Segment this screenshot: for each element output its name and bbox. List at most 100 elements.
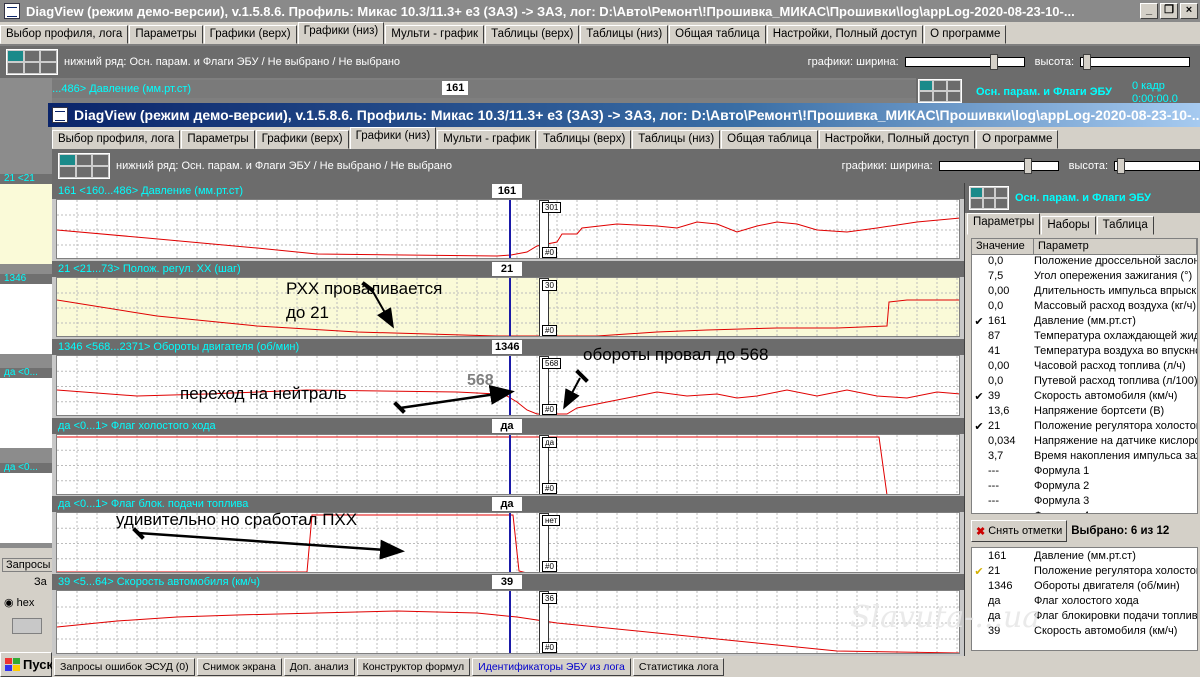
graph-plot-speed[interactable]: 36 #0	[56, 590, 960, 654]
param-row[interactable]: --- Формула 1	[972, 465, 1197, 480]
back-tab-common-table[interactable]: Общая таблица	[669, 25, 766, 44]
tab-tables-top[interactable]: Таблицы (верх)	[537, 130, 632, 149]
param-row[interactable]: 7,5 Угол опережения зажигания (°)	[972, 270, 1197, 285]
log-stats-button[interactable]: Статистика лога	[632, 657, 725, 676]
graph-plot-idle-flag[interactable]: да #0	[56, 434, 960, 495]
param-row[interactable]: 0,0 Массовый расход воздуха (кг/ч)	[972, 300, 1197, 315]
back-tab-about[interactable]: О программе	[924, 25, 1007, 44]
back-tab-profile[interactable]: Выбор профиля, лога	[0, 25, 129, 44]
back-layout-grid-icon[interactable]	[6, 49, 58, 75]
time-cursor[interactable]	[509, 591, 511, 653]
back-tab-tables-top[interactable]: Таблицы (верх)	[485, 25, 580, 44]
rtab-sets[interactable]: Наборы	[1041, 216, 1096, 235]
time-cursor[interactable]	[509, 200, 511, 258]
height-slider[interactable]	[1114, 158, 1200, 174]
tab-settings[interactable]: Настройки, Полный доступ	[818, 130, 976, 149]
start-button[interactable]: Пуск	[0, 652, 53, 677]
tab-tables-bottom[interactable]: Таблицы (низ)	[632, 130, 721, 149]
col-param-header[interactable]: Параметр	[1034, 239, 1197, 254]
tab-params[interactable]: Параметры	[181, 130, 255, 149]
param-row[interactable]: 0,034 Напряжение на датчике кислорода	[972, 435, 1197, 450]
back-tab-graphs-top[interactable]: Графики (верх)	[203, 25, 297, 44]
checkbox-empty[interactable]	[972, 405, 986, 420]
tab-about[interactable]: О программе	[976, 130, 1059, 149]
back-copy-icon[interactable]	[12, 618, 42, 634]
tab-graphs-bottom[interactable]: Графики (низ)	[349, 127, 437, 149]
back-tab-tables-bottom[interactable]: Таблицы (низ)	[580, 25, 669, 44]
tab-profile[interactable]: Выбор профиля, лога	[52, 130, 181, 149]
checkbox-empty[interactable]	[972, 375, 986, 390]
checkmark-icon[interactable]: ✔	[972, 315, 986, 330]
back-hex-radio[interactable]: ◉ hex	[4, 596, 34, 609]
param-row[interactable]: 0,00 Часовой расход топлива (л/ч)	[972, 360, 1197, 375]
extra-analysis-button[interactable]: Доп. анализ	[283, 657, 355, 676]
param-row[interactable]: 0,0 Путевой расход топлива (л/100)	[972, 375, 1197, 390]
back-tab-params[interactable]: Параметры	[129, 25, 203, 44]
checkbox-empty[interactable]	[972, 360, 986, 375]
time-cursor[interactable]	[509, 435, 511, 494]
screenshot-button[interactable]: Снимок экрана	[196, 657, 282, 676]
checkbox-empty[interactable]	[972, 330, 986, 345]
back-requests-tab[interactable]: Запросы	[2, 558, 55, 572]
param-row[interactable]: 13,6 Напряжение бортсети (В)	[972, 405, 1197, 420]
right-grid-icon[interactable]	[969, 186, 1009, 210]
width-slider[interactable]	[938, 158, 1059, 174]
tab-graphs-top[interactable]: Графики (верх)	[255, 130, 349, 149]
checkbox-empty[interactable]	[972, 255, 986, 270]
rtab-params[interactable]: Параметры	[967, 213, 1041, 235]
tab-common-table[interactable]: Общая таблица	[721, 130, 818, 149]
col-value-header[interactable]: Значение	[972, 239, 1034, 254]
selected-row[interactable]: 1346 Обороты двигателя (об/мин)	[972, 580, 1197, 595]
checkbox-empty[interactable]	[972, 465, 986, 480]
param-row[interactable]: 0,0 Положение дроссельной заслонки	[972, 255, 1197, 270]
param-row[interactable]: ✔ 161 Давление (мм.рт.ст)	[972, 315, 1197, 330]
maximize-button[interactable]: ❐	[1160, 3, 1178, 19]
param-row[interactable]: ✔ 39 Скорость автомобиля (км/ч)	[972, 390, 1197, 405]
ecu-ids-button[interactable]: Идентификаторы ЭБУ из лога	[472, 657, 631, 676]
back-width-slider[interactable]	[904, 54, 1025, 70]
param-row[interactable]: 0,00 Длительность импульса впрыска	[972, 285, 1197, 300]
back-height-slider[interactable]	[1080, 54, 1190, 70]
checkbox-empty[interactable]	[972, 510, 986, 513]
checkbox-empty[interactable]	[972, 495, 986, 510]
param-row[interactable]: --- Формула 3	[972, 495, 1197, 510]
back-tab-graphs-bottom[interactable]: Графики (низ)	[297, 22, 385, 44]
graph-plot-pressure[interactable]: 301 #0	[56, 199, 960, 259]
time-cursor[interactable]	[509, 356, 511, 415]
formula-builder-button[interactable]: Конструктор формул	[356, 657, 471, 676]
checkbox-empty[interactable]	[972, 450, 986, 465]
selected-row[interactable]: ✔ 21 Положение регулятора холостого	[972, 565, 1197, 580]
param-row[interactable]: 87 Температура охлаждающей жидкости	[972, 330, 1197, 345]
param-row[interactable]: 41 Температура воздуха во впускном	[972, 345, 1197, 360]
back-tab-multi[interactable]: Мульти - график	[385, 25, 485, 44]
time-cursor[interactable]	[509, 278, 511, 336]
param-name: Массовый расход воздуха (кг/ч)	[1034, 300, 1196, 312]
scale-bar: 301 #0	[539, 200, 562, 258]
checkbox-empty[interactable]	[972, 435, 986, 450]
checkbox-empty[interactable]	[972, 345, 986, 360]
param-row[interactable]: --- Формула 2	[972, 480, 1197, 495]
tab-multi[interactable]: Мульти - график	[437, 130, 537, 149]
graph-plot-idle-reg[interactable]: 30 #0	[56, 277, 960, 337]
param-row[interactable]: 3,7 Время накопления импульса зажиг	[972, 450, 1197, 465]
checkmark-icon[interactable]: ✔	[972, 420, 986, 435]
param-row[interactable]: ✔ 21 Положение регулятора холостого	[972, 420, 1197, 435]
minimize-button[interactable]: _	[1140, 3, 1158, 19]
window-title-bar[interactable]: DiagView (режим демо-версии), v.1.5.8.6.…	[48, 103, 1200, 127]
layout-grid-icon[interactable]	[58, 153, 110, 179]
close-button[interactable]: ×	[1180, 3, 1198, 19]
back-right-grid-icon[interactable]	[918, 79, 962, 103]
param-row[interactable]: ---Формула 4	[972, 510, 1197, 513]
checkbox-empty[interactable]	[972, 285, 986, 300]
rtab-table[interactable]: Таблица	[1096, 216, 1154, 235]
time-cursor[interactable]	[509, 513, 511, 572]
checkbox-empty[interactable]	[972, 270, 986, 285]
selected-row[interactable]: 161 Давление (мм.рт.ст)	[972, 550, 1197, 565]
clear-marks-button[interactable]: ✖ Снять отметки	[971, 520, 1068, 542]
checkmark-icon[interactable]: ✔	[972, 390, 986, 405]
ecu-errors-button[interactable]: Запросы ошибок ЭСУД (0)	[54, 657, 195, 676]
checkbox-empty[interactable]	[972, 300, 986, 315]
checkbox-empty[interactable]	[972, 480, 986, 495]
back-tab-settings[interactable]: Настройки, Полный доступ	[766, 25, 924, 44]
back-window-title-bar[interactable]: DiagView (режим демо-версии), v.1.5.8.6.…	[0, 0, 1200, 22]
